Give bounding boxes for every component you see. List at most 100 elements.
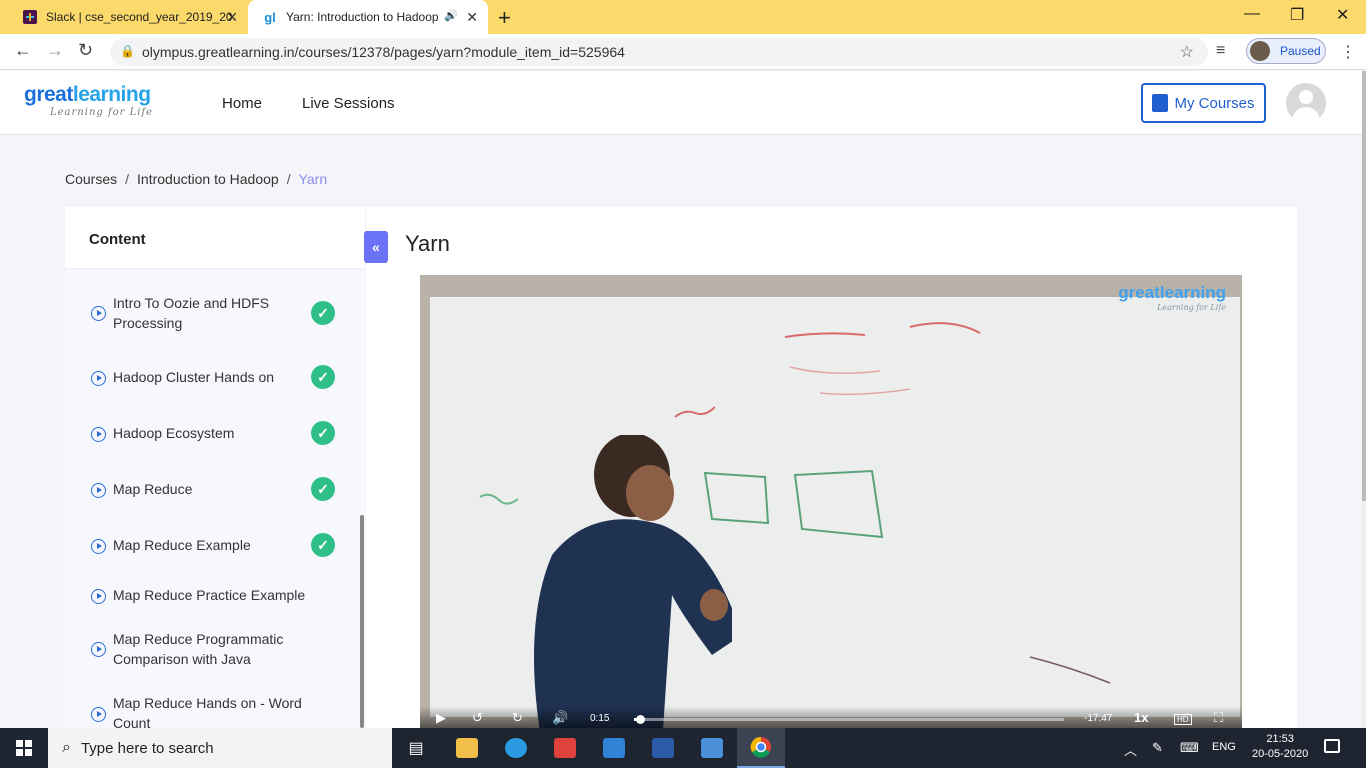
keyboard-icon[interactable]: ⌨: [1180, 740, 1199, 756]
breadcrumb-courses[interactable]: Courses: [65, 171, 117, 187]
check-icon: ✓: [311, 365, 335, 389]
nav-live-sessions[interactable]: Live Sessions: [302, 95, 395, 112]
address-bar: ← → ↻ 🔒 olympus.greatlearning.in/courses…: [0, 34, 1366, 70]
list-item-practice-example[interactable]: Map Reduce Practice Example: [65, 579, 365, 609]
speaker-icon[interactable]: 🔊: [444, 9, 458, 22]
list-item-programmatic[interactable]: Map Reduce Programmatic Comparison with …: [65, 629, 365, 673]
clock-date: 20-05-2020: [1252, 748, 1309, 760]
list-item-label: Map Reduce Practice Example: [113, 587, 306, 603]
quality-button[interactable]: HD: [1174, 714, 1192, 725]
user-body-icon: [1292, 107, 1320, 123]
profile-status: Paused: [1280, 44, 1321, 58]
word-icon[interactable]: [639, 728, 687, 768]
video-player[interactable]: greatlearning Learning for Life ▶ ↺ ↻ 🔊 …: [420, 275, 1242, 728]
chrome-icon[interactable]: [737, 728, 785, 768]
list-item-oozie[interactable]: Intro To Oozie and HDFS Processing ✓: [65, 291, 365, 341]
video-progress-bar[interactable]: [634, 715, 1064, 724]
edge-icon[interactable]: [492, 728, 540, 768]
video-controls: ▶ ↺ ↻ 🔊 0:15 -17:47 1x HD ⛶: [420, 706, 1242, 728]
forward-icon[interactable]: ↻: [512, 710, 523, 726]
list-item-mapreduce[interactable]: Map Reduce ✓: [65, 473, 365, 503]
taskbar-search[interactable]: ⌕ Type here to search: [48, 728, 392, 768]
user-head-icon: [1299, 90, 1313, 104]
instructor-figure: [534, 435, 732, 728]
mail-icon[interactable]: [590, 728, 638, 768]
bookmark-star-icon[interactable]: ☆: [1180, 42, 1194, 62]
rewind-icon[interactable]: ↺: [472, 710, 483, 726]
reload-button[interactable]: ↻: [78, 40, 93, 61]
profile-button[interactable]: Paused: [1246, 38, 1326, 64]
play-circle-icon: [91, 642, 106, 657]
volume-icon[interactable]: 🔊: [552, 710, 568, 726]
tab-yarn[interactable]: gl Yarn: Introduction to Hadoop 🔊 ✕: [248, 0, 488, 34]
my-courses-label: My Courses: [1174, 94, 1255, 112]
desktop-app-icon[interactable]: [688, 728, 736, 768]
browser-tab-bar: Slack | cse_second_year_2019_20 ✕ gl Yar…: [0, 0, 1366, 34]
chrome-menu-icon[interactable]: ⋮: [1340, 42, 1356, 62]
play-circle-icon: [91, 539, 106, 554]
notification-icon[interactable]: [1324, 739, 1340, 753]
clock-time: 21:53: [1266, 733, 1294, 745]
list-item-ecosystem[interactable]: Hadoop Ecosystem ✓: [65, 417, 365, 447]
list-item-label: Map Reduce Hands on - Word Count: [113, 695, 302, 728]
sidebar-scrollbar-thumb[interactable]: [360, 515, 364, 728]
site-header: greatlearning Learning for Life Home Liv…: [0, 71, 1362, 135]
list-item-label: Map Reduce Example: [113, 537, 251, 553]
breadcrumb-separator: /: [286, 171, 291, 187]
list-item-cluster[interactable]: Hadoop Cluster Hands on ✓: [65, 361, 365, 391]
play-circle-icon: [91, 371, 106, 386]
play-circle-icon: [91, 483, 106, 498]
screen: Slack | cse_second_year_2019_20 ✕ gl Yar…: [0, 0, 1366, 768]
playback-speed[interactable]: 1x: [1134, 710, 1148, 725]
user-avatar[interactable]: [1286, 83, 1326, 123]
play-circle-icon: [91, 707, 106, 722]
breadcrumb-course[interactable]: Introduction to Hadoop: [137, 171, 279, 187]
task-view-icon[interactable]: ▤: [392, 728, 440, 768]
check-icon: ✓: [311, 301, 335, 325]
fullscreen-icon[interactable]: ⛶: [1214, 710, 1223, 726]
url-input[interactable]: 🔒 olympus.greatlearning.in/courses/12378…: [110, 38, 1208, 66]
system-clock[interactable]: 21:53 20-05-2020: [1252, 732, 1308, 762]
close-window-button[interactable]: ✕: [1336, 5, 1349, 25]
new-tab-button[interactable]: +: [498, 5, 511, 31]
my-courses-button[interactable]: My Courses: [1141, 83, 1266, 123]
list-item-word-count[interactable]: Map Reduce Hands on - Word Count: [65, 693, 365, 728]
page-scrollbar-thumb[interactable]: [1362, 71, 1366, 501]
list-item-mapreduce-example[interactable]: Map Reduce Example ✓: [65, 529, 365, 559]
file-explorer-icon[interactable]: [443, 728, 491, 768]
progress-knob[interactable]: [636, 715, 646, 724]
play-circle-icon: [91, 306, 106, 321]
play-circle-icon: [91, 589, 106, 604]
language-indicator[interactable]: ENG: [1212, 741, 1236, 753]
greatlearning-logo[interactable]: greatlearning Learning for Life: [24, 83, 153, 118]
page-scrollbar[interactable]: [1362, 71, 1366, 728]
tray-chevron-icon[interactable]: ︿: [1124, 740, 1137, 759]
media-control-icon[interactable]: ≡: [1216, 42, 1225, 60]
gift-icon[interactable]: [541, 728, 589, 768]
tab-title: Yarn: Introduction to Hadoop: [286, 10, 439, 24]
breadcrumb: Courses / Introduction to Hadoop / Yarn: [65, 171, 327, 187]
forward-button[interactable]: →: [46, 40, 64, 61]
current-time: 0:15: [590, 713, 610, 724]
minimize-button[interactable]: —: [1244, 5, 1260, 23]
pen-icon[interactable]: ✎: [1152, 740, 1163, 756]
search-placeholder: Type here to search: [80, 739, 214, 757]
windows-start-icon[interactable]: [16, 740, 32, 756]
profile-avatar: [1250, 41, 1270, 61]
video-watermark: greatlearning Learning for Life: [1118, 283, 1226, 312]
collapse-sidebar-button[interactable]: «: [364, 231, 388, 263]
remaining-time: -17:47: [1084, 713, 1113, 724]
tab-slack[interactable]: Slack | cse_second_year_2019_20 ✕: [8, 0, 248, 34]
book-icon: [1152, 94, 1169, 112]
brand-part2: learning: [72, 83, 151, 106]
nav-home[interactable]: Home: [222, 95, 262, 112]
maximize-button[interactable]: ❐: [1290, 5, 1304, 25]
back-button[interactable]: ←: [14, 40, 32, 61]
brand-part1: great: [24, 83, 73, 106]
breadcrumb-current: Yarn: [298, 171, 328, 187]
close-tab-icon[interactable]: ✕: [226, 9, 238, 26]
play-icon[interactable]: ▶: [436, 710, 446, 726]
lock-icon[interactable]: 🔒: [120, 44, 135, 58]
watermark-tagline: Learning for Life: [1157, 303, 1226, 312]
close-tab-icon[interactable]: ✕: [466, 9, 478, 26]
